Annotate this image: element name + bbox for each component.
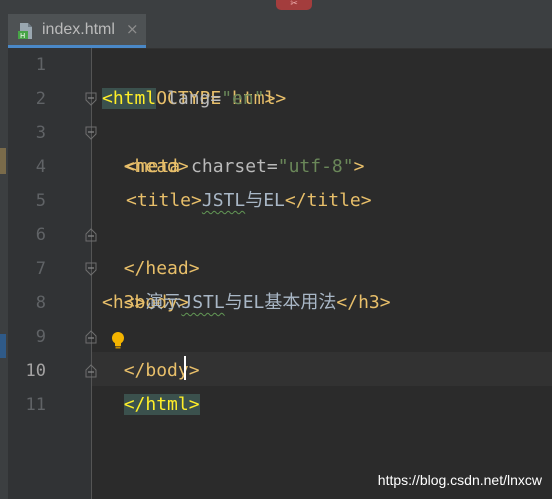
title-close-tag: </title> xyxy=(284,190,372,211)
watermark: https://blog.csdn.net/lnxcw xyxy=(377,472,542,488)
code-line-7[interactable]: <body> xyxy=(102,252,189,313)
code-line-2[interactable]: <html lang="en"> xyxy=(102,82,275,116)
line-number-current: 10 xyxy=(25,361,46,381)
line-number: 11 xyxy=(25,395,46,415)
code-line-3[interactable]: <head> xyxy=(102,116,189,177)
tool-window-marker[interactable] xyxy=(0,148,6,174)
line-number: 9 xyxy=(35,327,46,347)
title-text-typo: JSTL xyxy=(201,190,246,211)
line-number: 2 xyxy=(35,89,46,109)
tab-index-html[interactable]: H index.html × xyxy=(8,14,146,48)
line-number: 1 xyxy=(35,55,46,75)
fold-open-icon[interactable] xyxy=(84,126,98,140)
attr-value: "en" xyxy=(221,88,265,109)
code-line-4[interactable]: <meta charset="utf-8"> xyxy=(126,150,364,184)
fold-close-icon[interactable] xyxy=(84,364,98,378)
line-number-gutter: 1 2 3 4 5 6 7 8 9 10 11 xyxy=(8,48,92,499)
title-open-tag: <title> xyxy=(126,190,202,211)
h3-close-tag: </h3> xyxy=(336,292,391,313)
attr-lang: lang= xyxy=(156,88,222,109)
code-line-1[interactable]: <!DOCTYPE html> xyxy=(102,48,287,109)
fold-open-icon[interactable] xyxy=(84,262,98,276)
editor-tab-bar: H index.html × xyxy=(0,12,552,49)
tag-bracket: > xyxy=(264,88,276,109)
attr-charset: charset= xyxy=(180,156,278,177)
html-open-tag: <html xyxy=(102,88,157,109)
fold-open-icon[interactable] xyxy=(84,92,98,106)
line-number: 4 xyxy=(35,157,46,177)
html-file-icon: H xyxy=(18,23,32,40)
fold-close-icon[interactable] xyxy=(84,330,98,344)
heading-text: 演示 xyxy=(145,292,182,313)
tab-label: index.html xyxy=(42,21,115,38)
fold-close-icon[interactable] xyxy=(84,228,98,242)
tool-window-marker-active[interactable] xyxy=(0,334,6,358)
close-icon[interactable]: × xyxy=(126,20,139,38)
text-cursor xyxy=(184,356,186,380)
h3-open-tag: <h3> xyxy=(102,292,146,313)
line-number: 6 xyxy=(35,225,46,245)
tag-bracket: > xyxy=(353,156,365,177)
line-number: 8 xyxy=(35,293,46,313)
left-tool-strip xyxy=(0,48,8,499)
heading-text: 与EL基本用法 xyxy=(224,292,337,313)
heading-text-typo: JSTL xyxy=(181,292,225,313)
line-number: 5 xyxy=(35,191,46,211)
window-top-bar: ✂ xyxy=(0,0,552,12)
html-close-tag: </html> xyxy=(123,394,200,415)
code-line-8[interactable]: <h3>演示JSTL与EL基本用法</h3> xyxy=(102,286,391,320)
line-number: 3 xyxy=(35,123,46,143)
lightbulb-icon[interactable] xyxy=(110,331,126,351)
svg-text:H: H xyxy=(20,32,25,40)
attr-value: "utf-8" xyxy=(277,156,354,177)
line-number: 7 xyxy=(35,259,46,279)
code-line-6[interactable]: </head> xyxy=(102,218,200,279)
scissors-icon: ✂ xyxy=(276,0,312,10)
code-line-5[interactable]: <title>JSTL与EL</title> xyxy=(126,184,372,218)
title-text: 与EL xyxy=(245,190,285,211)
meta-open-tag: <meta xyxy=(126,156,181,177)
